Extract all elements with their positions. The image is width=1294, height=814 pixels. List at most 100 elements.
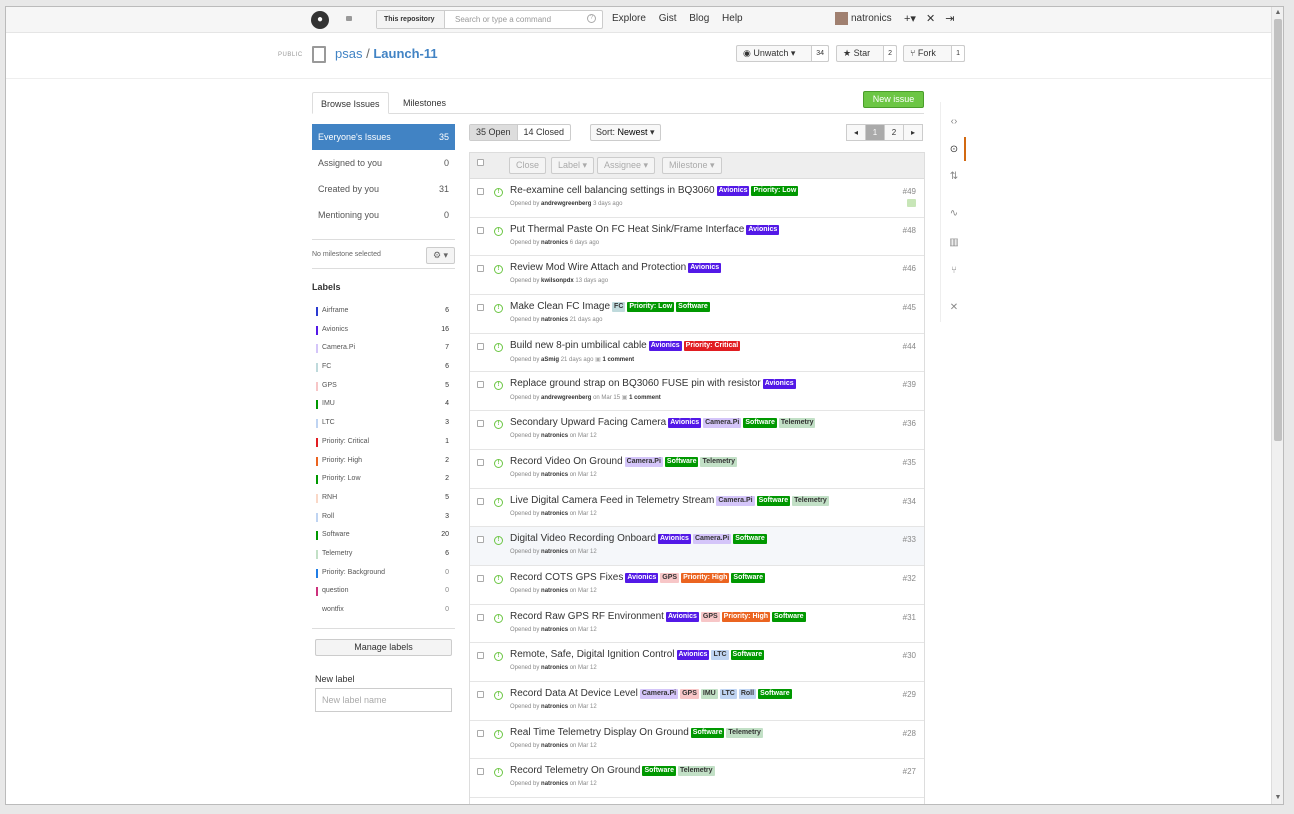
issue-label[interactable]: Avionics (746, 224, 780, 235)
issue-title[interactable]: Remote, Safe, Digital Ignition Control (510, 649, 675, 660)
issue-title[interactable]: Real Time Telemetry Display On Ground (510, 727, 689, 738)
code-icon[interactable]: ‹› (946, 114, 962, 130)
nav-blog[interactable]: Blog (689, 13, 709, 24)
label-item[interactable]: Priority: Background 0 (312, 564, 455, 583)
next-page-icon[interactable]: ▸ (903, 124, 923, 141)
issue-number[interactable]: #31 (903, 613, 916, 622)
watch-count[interactable]: 34 (811, 45, 829, 62)
filter-item[interactable]: Assigned to you 0 (312, 150, 455, 176)
milestone-gear-button[interactable]: ⚙ ▾ (426, 247, 455, 264)
issue-number[interactable]: #46 (903, 264, 916, 273)
tab-milestones[interactable]: Milestones (395, 92, 454, 114)
manage-labels-button[interactable]: Manage labels (315, 639, 452, 656)
issue-label[interactable]: Priority: Critical (683, 340, 741, 351)
username[interactable]: natronics (851, 13, 892, 24)
star-count[interactable]: 2 (883, 45, 897, 62)
label-item[interactable]: Camera.Pi 7 (312, 339, 455, 358)
filter-item[interactable]: Mentioning you 0 (312, 202, 455, 228)
issue-label[interactable]: Avionics (688, 263, 722, 274)
issue-title[interactable]: Record Raw GPS RF Environment (510, 611, 664, 622)
issue-author[interactable]: natronics (541, 781, 568, 787)
create-new-icon[interactable]: +▾ (904, 13, 916, 25)
settings-icon[interactable]: ✕ (946, 300, 962, 316)
issue-label[interactable]: Telemetry (678, 766, 715, 777)
issue-title[interactable]: Review Mod Wire Attach and Protection (510, 262, 686, 273)
issue-title[interactable]: Re-examine cell balancing settings in BQ… (510, 185, 715, 196)
label-item[interactable]: Roll 3 (312, 508, 455, 527)
issue-title[interactable]: Record Telemetry On Ground (510, 765, 640, 776)
issue-checkbox[interactable] (477, 226, 484, 234)
issue-title[interactable]: Secondary Upward Facing Camera (510, 417, 666, 428)
issue-checkbox[interactable] (477, 265, 484, 273)
issue-number[interactable]: #45 (903, 303, 916, 312)
issue-label[interactable]: Camera.Pi (639, 688, 679, 699)
label-item[interactable]: RNH 5 (312, 489, 455, 508)
new-issue-button[interactable]: New issue (863, 91, 924, 108)
issue-number[interactable]: #39 (903, 380, 916, 389)
issue-title[interactable]: Digital Video Recording Onboard (510, 533, 656, 544)
issue-number[interactable]: #28 (903, 729, 916, 738)
scroll-down-icon[interactable]: ▼ (1272, 792, 1283, 804)
watch-button[interactable]: ◉ Unwatch ▾ 34 (736, 45, 829, 62)
issue-author[interactable]: natronics (541, 704, 568, 710)
fork-button[interactable]: ⑂ Fork 1 (903, 45, 965, 62)
issue-author[interactable]: aSmig (541, 357, 559, 363)
issue-label[interactable]: Camera.Pi (624, 456, 663, 467)
issue-author[interactable]: natronics (541, 511, 568, 517)
label-item[interactable]: wontfix 0 (312, 601, 455, 620)
issue-label[interactable]: Roll (738, 688, 757, 699)
issue-label[interactable]: Avionics (762, 379, 796, 390)
issue-author[interactable]: natronics (541, 549, 568, 555)
label-item[interactable]: IMU 4 (312, 395, 455, 414)
pull-requests-icon[interactable]: ⇅ (946, 169, 962, 185)
tab-browse-issues[interactable]: Browse Issues (312, 92, 389, 114)
nav-gist[interactable]: Gist (659, 13, 677, 24)
label-item[interactable]: Avionics 16 (312, 321, 455, 340)
issue-number[interactable]: #36 (903, 419, 916, 428)
issue-number[interactable]: #44 (903, 342, 916, 351)
issue-label[interactable]: Telemetry (726, 727, 763, 738)
repo-name-link[interactable]: Launch-11 (373, 46, 437, 61)
nav-help[interactable]: Help (722, 13, 743, 24)
label-item[interactable]: GPS 5 (312, 377, 455, 396)
issue-checkbox[interactable] (477, 652, 484, 660)
issue-title[interactable]: Replace ground strap on BQ3060 FUSE pin … (510, 378, 761, 389)
issue-label[interactable]: LTC (711, 650, 729, 661)
issue-comments[interactable]: 1 comment (629, 395, 661, 401)
issue-label[interactable]: Avionics (648, 340, 682, 351)
issue-title[interactable]: Record Video On Ground (510, 456, 623, 467)
label-item[interactable]: Telemetry 6 (312, 545, 455, 564)
issue-checkbox[interactable] (477, 574, 484, 582)
repo-owner-link[interactable]: psas (335, 46, 362, 61)
notifications-icon[interactable] (346, 16, 352, 21)
issue-author[interactable]: natronics (541, 743, 568, 749)
issue-label[interactable]: Avionics (676, 650, 710, 661)
prev-page-icon[interactable]: ◂ (846, 124, 866, 141)
scroll-up-icon[interactable]: ▲ (1272, 7, 1283, 19)
label-item[interactable]: question 0 (312, 582, 455, 601)
search-box[interactable]: This repository Search or type a command… (376, 10, 603, 29)
issue-title[interactable]: Put Thermal Paste On FC Heat Sink/Frame … (510, 224, 744, 235)
issue-number[interactable]: #34 (903, 497, 916, 506)
issue-label[interactable]: Priority: High (721, 611, 771, 622)
issue-label[interactable]: Camera.Pi (703, 418, 742, 429)
issue-title[interactable]: Make Clean FC Image (510, 301, 610, 312)
issue-number[interactable]: #29 (903, 690, 916, 699)
issue-label[interactable]: Software (756, 495, 791, 506)
issue-label[interactable]: Software (733, 534, 767, 545)
issue-checkbox[interactable] (477, 304, 484, 312)
issue-label[interactable]: LTC (719, 688, 737, 699)
issue-author[interactable]: natronics (541, 240, 568, 246)
issue-checkbox[interactable] (477, 690, 484, 698)
issue-title[interactable]: Record COTS GPS Fixes (510, 572, 623, 583)
label-item[interactable]: Software 20 (312, 526, 455, 545)
issue-number[interactable]: #30 (903, 651, 916, 660)
search-help-icon[interactable]: ? (587, 14, 596, 23)
issue-checkbox[interactable] (477, 381, 484, 389)
issue-label[interactable]: GPS (700, 611, 720, 622)
issue-label[interactable]: Software (664, 456, 699, 467)
graphs-icon[interactable]: ▥ (946, 235, 962, 251)
pulse-icon[interactable]: ∿ (946, 206, 962, 222)
vertical-scrollbar[interactable]: ▲ ▼ (1271, 7, 1283, 804)
issue-label[interactable]: Telemetry (778, 418, 816, 429)
